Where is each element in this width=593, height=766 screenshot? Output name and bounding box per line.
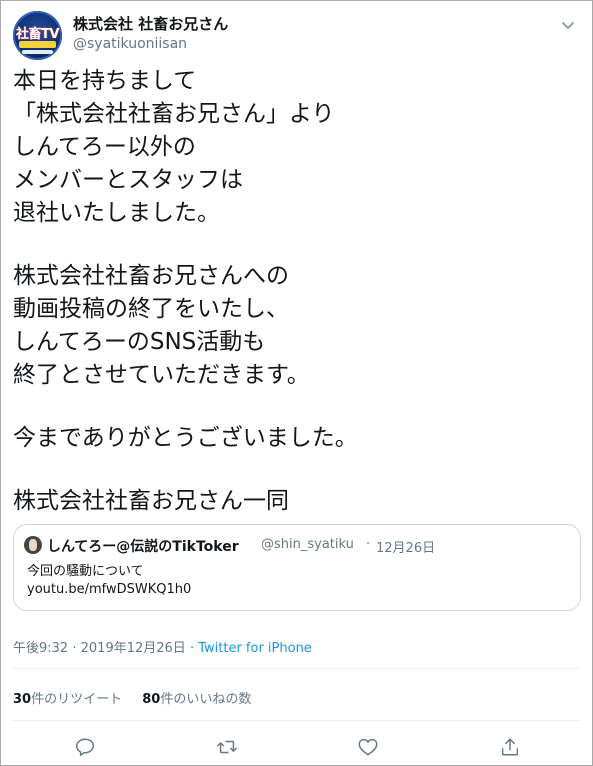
tweet-source-link[interactable]: Twitter for iPhone	[198, 641, 312, 656]
retweets-label: 件のリツイート	[31, 692, 123, 707]
share-icon[interactable]	[499, 736, 521, 758]
retweet-icon[interactable]	[216, 736, 238, 758]
retweets-count: 30	[13, 692, 32, 707]
avatar-stripe	[19, 41, 56, 48]
tweet-stats: 30件のリツイート 80件のいいねの数	[13, 688, 267, 707]
tweet-line: 本日を持ちまして	[13, 68, 197, 94]
quoted-date: 12月26日	[376, 541, 436, 556]
quoted-author-handle: @shin_syatiku	[261, 537, 354, 552]
tweet-time[interactable]: 午後9:32	[13, 641, 68, 656]
author-handle[interactable]: @syatikuoniisan	[73, 36, 187, 52]
tweet-line: メンバーとスタッフは	[13, 167, 243, 193]
tweet-line: 株式会社社畜お兄さん一同	[13, 488, 289, 514]
tweet-meta: 午後9:32 · 2019年12月26日 · Twitter for iPhon…	[13, 637, 312, 656]
avatar[interactable]: 社畜TV	[13, 11, 62, 60]
tweet-text: 本日を持ちまして 「株式会社社畜お兄さん」より しんてろー以外の メンバーとスタ…	[13, 65, 573, 518]
tweet-line: 退社いたしました。	[13, 200, 220, 226]
likes-label: 件のいいねの数	[160, 692, 252, 707]
meta-separator: ·	[72, 641, 77, 656]
divider	[13, 668, 579, 669]
heart-icon[interactable]	[357, 736, 379, 758]
tweet-line: しんてろーのSNS活動も	[13, 329, 266, 355]
tweet-line: 終了とさせていただきます。	[13, 362, 310, 388]
quoted-separator: ·	[366, 537, 371, 552]
avatar-text: 社畜TV	[16, 27, 59, 42]
tweet-line: 動画投稿の終了をいたし、	[13, 296, 289, 322]
avatar-stripe-secondary	[22, 50, 53, 54]
tweet-line: 株式会社社畜お兄さんへの	[13, 263, 289, 289]
tweet-line: 今までありがとうございました。	[13, 425, 358, 451]
divider	[13, 720, 579, 721]
quoted-avatar	[24, 536, 42, 554]
quoted-author-name: しんてろー@伝説のTikToker	[47, 539, 239, 555]
reply-icon[interactable]	[74, 736, 96, 758]
likes-count: 80	[142, 692, 161, 707]
author-display-name[interactable]: 株式会社 社畜お兄さん	[73, 13, 228, 34]
tweet-line: しんてろー以外の	[13, 134, 196, 160]
quoted-link[interactable]: youtu.be/mfwDSWKQ1h0	[27, 582, 191, 597]
quoted-text: 今回の騒動について	[27, 564, 144, 579]
tweet-date[interactable]: 2019年12月26日	[81, 641, 186, 656]
likes-stat[interactable]: 80件のいいねの数	[142, 692, 251, 707]
retweets-stat[interactable]: 30件のリツイート	[13, 692, 122, 707]
tweet-line: 「株式会社社畜お兄さん」より	[13, 101, 335, 127]
chevron-down-icon[interactable]	[558, 15, 578, 35]
quoted-tweet[interactable]: しんてろー@伝説のTikToker @shin_syatiku · 12月26日…	[13, 524, 581, 611]
meta-separator: ·	[189, 641, 195, 656]
tweet-card: 社畜TV 株式会社 社畜お兄さん @syatikuoniisan 本日を持ちまし…	[0, 0, 593, 766]
